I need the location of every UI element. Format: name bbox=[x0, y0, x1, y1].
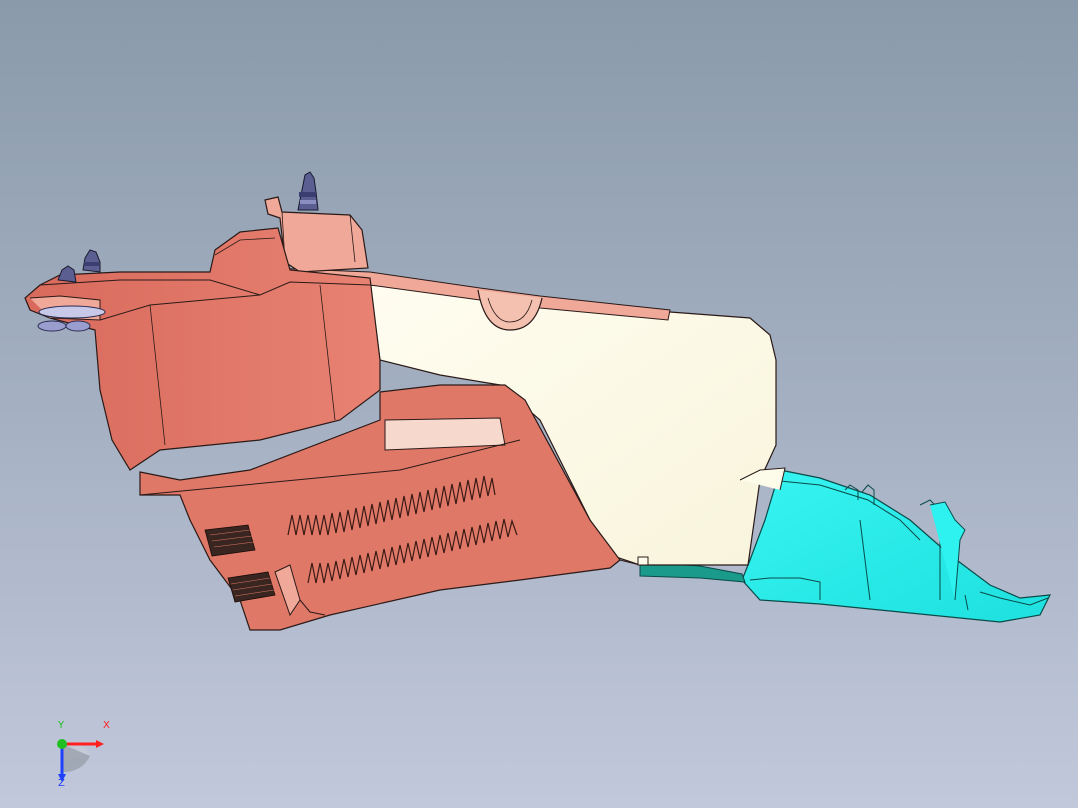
z-axis-label: Z bbox=[58, 778, 65, 789]
y-axis-label: Y bbox=[58, 720, 65, 731]
mesh-patch-upper bbox=[204, 524, 256, 557]
y-axis-dot bbox=[57, 739, 67, 749]
axis-triad[interactable]: X Y Z bbox=[40, 720, 130, 802]
axis-triad-graphic bbox=[57, 739, 104, 782]
3d-viewport[interactable]: X Y Z bbox=[0, 0, 1078, 808]
cyan-end-bracket[interactable] bbox=[741, 469, 1052, 623]
cad-model[interactable] bbox=[0, 0, 1078, 808]
x-axis-label: X bbox=[103, 720, 110, 731]
fastener-clip-3[interactable] bbox=[57, 265, 77, 283]
fastener-clip-2[interactable] bbox=[82, 249, 101, 273]
fastener-clip-1[interactable] bbox=[297, 171, 319, 211]
